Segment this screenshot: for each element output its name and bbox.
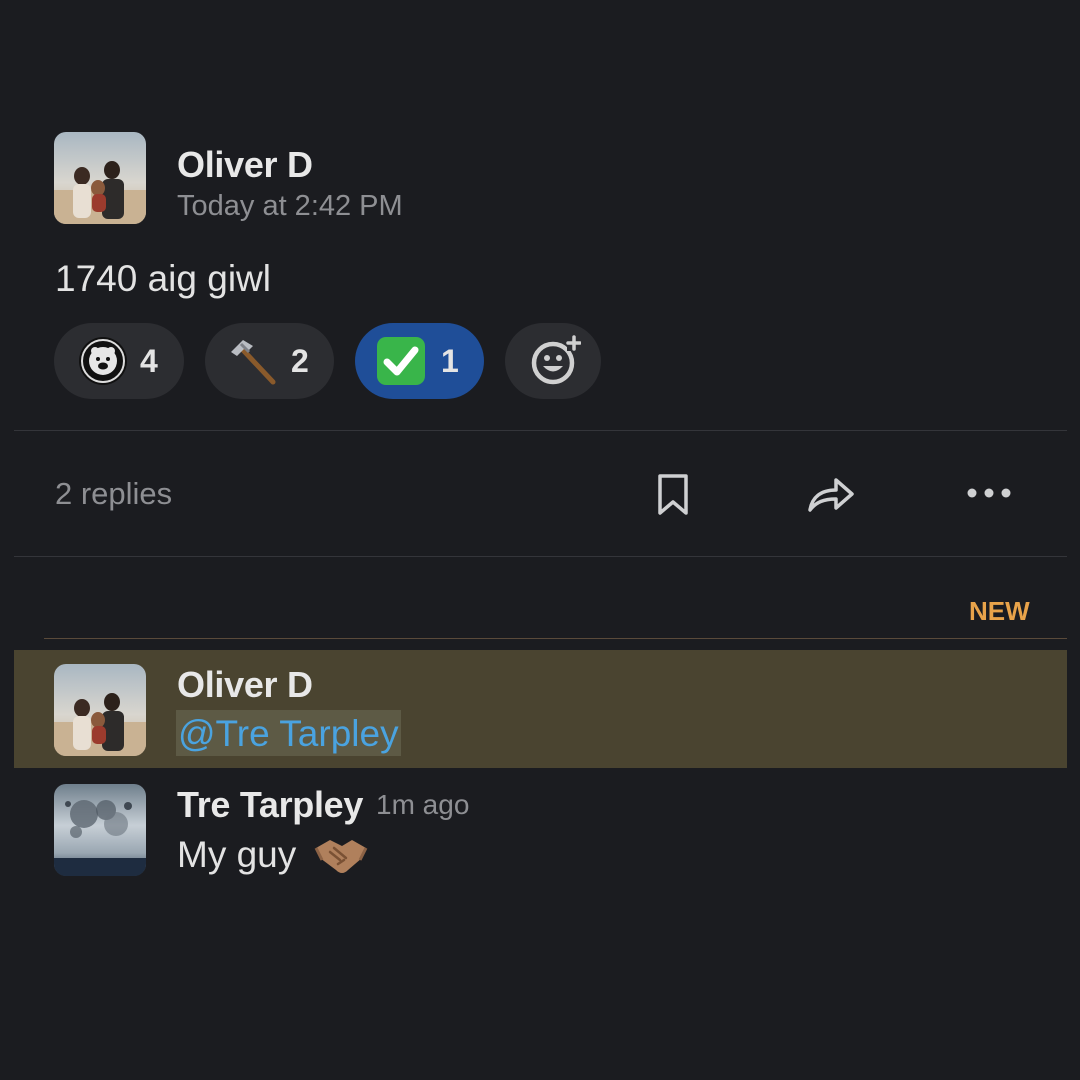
reaction-pill[interactable]: 2 [205,323,334,399]
new-messages-label: NEW [969,596,1030,626]
bookmark-icon[interactable] [655,472,691,523]
avatar[interactable] [54,132,146,224]
divider [14,430,1067,431]
avatar[interactable] [54,664,146,756]
bear-badge-icon [78,336,128,391]
reaction-count: 4 [140,343,158,379]
reply-time: 1m ago [376,789,470,820]
reply-text: My guy [177,834,297,875]
reply-author[interactable]: Tre Tarpley [177,784,363,826]
new-messages-line [44,638,1067,639]
hammer-icon [227,336,279,393]
share-icon[interactable] [806,474,856,521]
more-icon[interactable] [966,485,1012,506]
message-timestamp: Today at 2:42 PM [177,190,403,222]
replies-count[interactable]: 2 replies [55,476,172,512]
reaction-pill-active[interactable]: 1 [355,323,484,399]
divider [14,556,1067,557]
add-reaction-icon [529,335,582,392]
message-author[interactable]: Oliver D [177,144,313,186]
reaction-count: 1 [441,343,459,379]
reaction-pill[interactable]: 4 [54,323,184,399]
avatar[interactable] [54,784,146,876]
highlighted-reply [14,650,1067,768]
add-reaction-button[interactable] [505,323,601,399]
check-mark-button-icon [376,336,426,391]
user-mention[interactable]: @Tre Tarpley [176,710,401,756]
reaction-count: 2 [291,343,309,379]
handshake-icon [314,836,368,881]
message-text: 1740 aig giwl [55,258,271,299]
reply-author[interactable]: Oliver D [177,664,313,706]
